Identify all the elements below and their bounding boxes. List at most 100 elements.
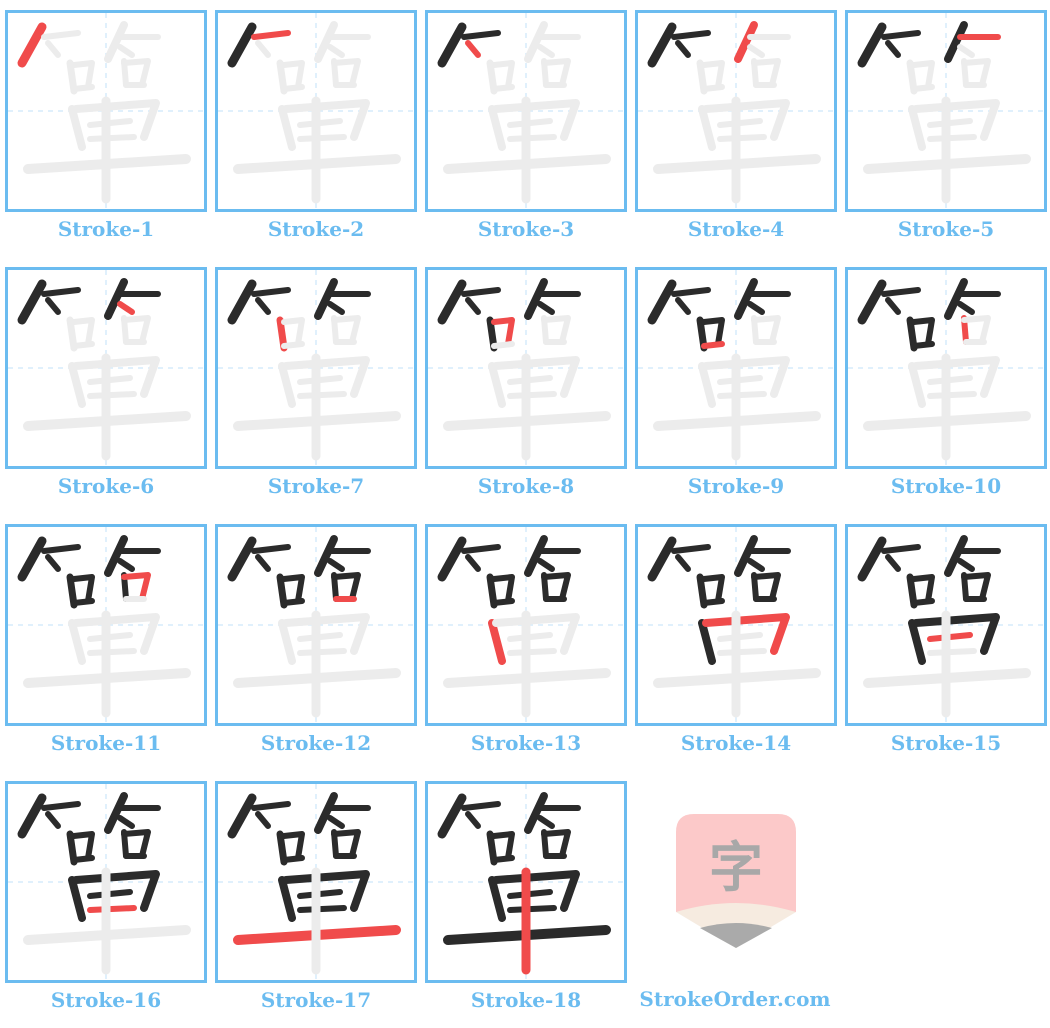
stroke-9 bbox=[911, 341, 935, 349]
stroke-9 bbox=[281, 84, 305, 92]
stroke-4 bbox=[314, 21, 338, 63]
stroke-13 bbox=[68, 362, 86, 408]
character-strokes bbox=[638, 270, 834, 466]
stroke-cell bbox=[5, 781, 207, 983]
stroke-4 bbox=[734, 21, 758, 63]
stroke-label: Stroke-16 bbox=[50, 988, 162, 1012]
stroke-6 bbox=[327, 815, 345, 829]
stroke-1 bbox=[437, 22, 467, 68]
stroke-8 bbox=[911, 60, 935, 90]
stroke-13 bbox=[488, 876, 506, 922]
stroke-2 bbox=[251, 287, 291, 297]
stroke-2 bbox=[461, 544, 501, 554]
stroke-8 bbox=[701, 317, 725, 347]
stroke-cell bbox=[635, 267, 837, 469]
stroke-16 bbox=[87, 134, 137, 142]
stroke-6 bbox=[747, 301, 765, 315]
stroke-1 bbox=[437, 279, 467, 325]
stroke-16 bbox=[297, 905, 347, 913]
stroke-cell bbox=[635, 10, 837, 212]
stroke-2 bbox=[671, 287, 711, 297]
stroke-6 bbox=[747, 44, 765, 58]
stroke-6 bbox=[747, 558, 765, 572]
stroke-6 bbox=[327, 44, 345, 58]
stroke-4 bbox=[524, 21, 548, 63]
strokeorder-logo[interactable]: 字 bbox=[676, 814, 796, 949]
stroke-cell bbox=[845, 267, 1047, 469]
character-strokes bbox=[848, 527, 1044, 723]
stroke-13 bbox=[68, 876, 86, 922]
site-name[interactable]: StrokeOrder.com bbox=[630, 987, 840, 1011]
stroke-4 bbox=[524, 535, 548, 577]
stroke-cell bbox=[215, 781, 417, 983]
stroke-label: Stroke-6 bbox=[57, 474, 155, 498]
stroke-1 bbox=[17, 793, 47, 839]
stroke-1 bbox=[857, 536, 887, 582]
character-strokes bbox=[428, 784, 624, 980]
stroke-13 bbox=[68, 619, 86, 665]
stroke-2 bbox=[251, 801, 291, 811]
stroke-9 bbox=[281, 341, 305, 349]
stroke-label: Stroke-17 bbox=[260, 988, 372, 1012]
stroke-1 bbox=[647, 536, 677, 582]
character-strokes bbox=[428, 527, 624, 723]
stroke-9 bbox=[701, 341, 725, 349]
character-strokes bbox=[428, 13, 624, 209]
stroke-3 bbox=[45, 811, 61, 829]
stroke-label: Stroke-11 bbox=[50, 731, 162, 755]
stroke-4 bbox=[104, 21, 128, 63]
stroke-cell bbox=[215, 524, 417, 726]
stroke-3 bbox=[45, 554, 61, 572]
stroke-1 bbox=[437, 793, 467, 839]
stroke-9 bbox=[71, 855, 95, 863]
stroke-13 bbox=[698, 362, 716, 408]
stroke-cell bbox=[5, 10, 207, 212]
stroke-label: Stroke-12 bbox=[260, 731, 372, 755]
stroke-1 bbox=[227, 279, 257, 325]
stroke-8 bbox=[491, 317, 515, 347]
stroke-16 bbox=[87, 648, 137, 656]
character-strokes bbox=[428, 270, 624, 466]
stroke-1 bbox=[647, 279, 677, 325]
stroke-16 bbox=[297, 134, 347, 142]
character-strokes bbox=[638, 13, 834, 209]
stroke-1 bbox=[647, 22, 677, 68]
stroke-label: Stroke-2 bbox=[267, 217, 365, 241]
character-strokes bbox=[8, 13, 204, 209]
stroke-1 bbox=[857, 22, 887, 68]
stroke-13 bbox=[908, 105, 926, 151]
stroke-1 bbox=[227, 22, 257, 68]
stroke-2 bbox=[41, 287, 81, 297]
stroke-4 bbox=[314, 792, 338, 834]
character-strokes bbox=[8, 527, 204, 723]
stroke-16 bbox=[927, 134, 977, 142]
stroke-cell bbox=[425, 524, 627, 726]
stroke-16 bbox=[507, 648, 557, 656]
stroke-2 bbox=[251, 30, 291, 40]
stroke-16 bbox=[717, 134, 767, 142]
stroke-8 bbox=[281, 60, 305, 90]
stroke-4 bbox=[944, 535, 968, 577]
stroke-13 bbox=[488, 105, 506, 151]
stroke-cell bbox=[425, 267, 627, 469]
stroke-cell bbox=[5, 267, 207, 469]
character-strokes bbox=[638, 527, 834, 723]
stroke-label: Stroke-3 bbox=[477, 217, 575, 241]
stroke-1 bbox=[437, 536, 467, 582]
stroke-16 bbox=[87, 905, 137, 913]
stroke-cell bbox=[425, 781, 627, 983]
stroke-label: Stroke-14 bbox=[680, 731, 792, 755]
stroke-cell bbox=[845, 524, 1047, 726]
stroke-4 bbox=[104, 792, 128, 834]
stroke-label: Stroke-4 bbox=[687, 217, 785, 241]
stroke-cell bbox=[635, 524, 837, 726]
stroke-9 bbox=[71, 598, 95, 606]
stroke-13 bbox=[278, 876, 296, 922]
character-strokes bbox=[848, 13, 1044, 209]
stroke-8 bbox=[71, 574, 95, 604]
stroke-4 bbox=[104, 278, 128, 320]
stroke-3 bbox=[885, 297, 901, 315]
stroke-4 bbox=[524, 278, 548, 320]
stroke-13 bbox=[488, 619, 506, 665]
stroke-label: Stroke-9 bbox=[687, 474, 785, 498]
